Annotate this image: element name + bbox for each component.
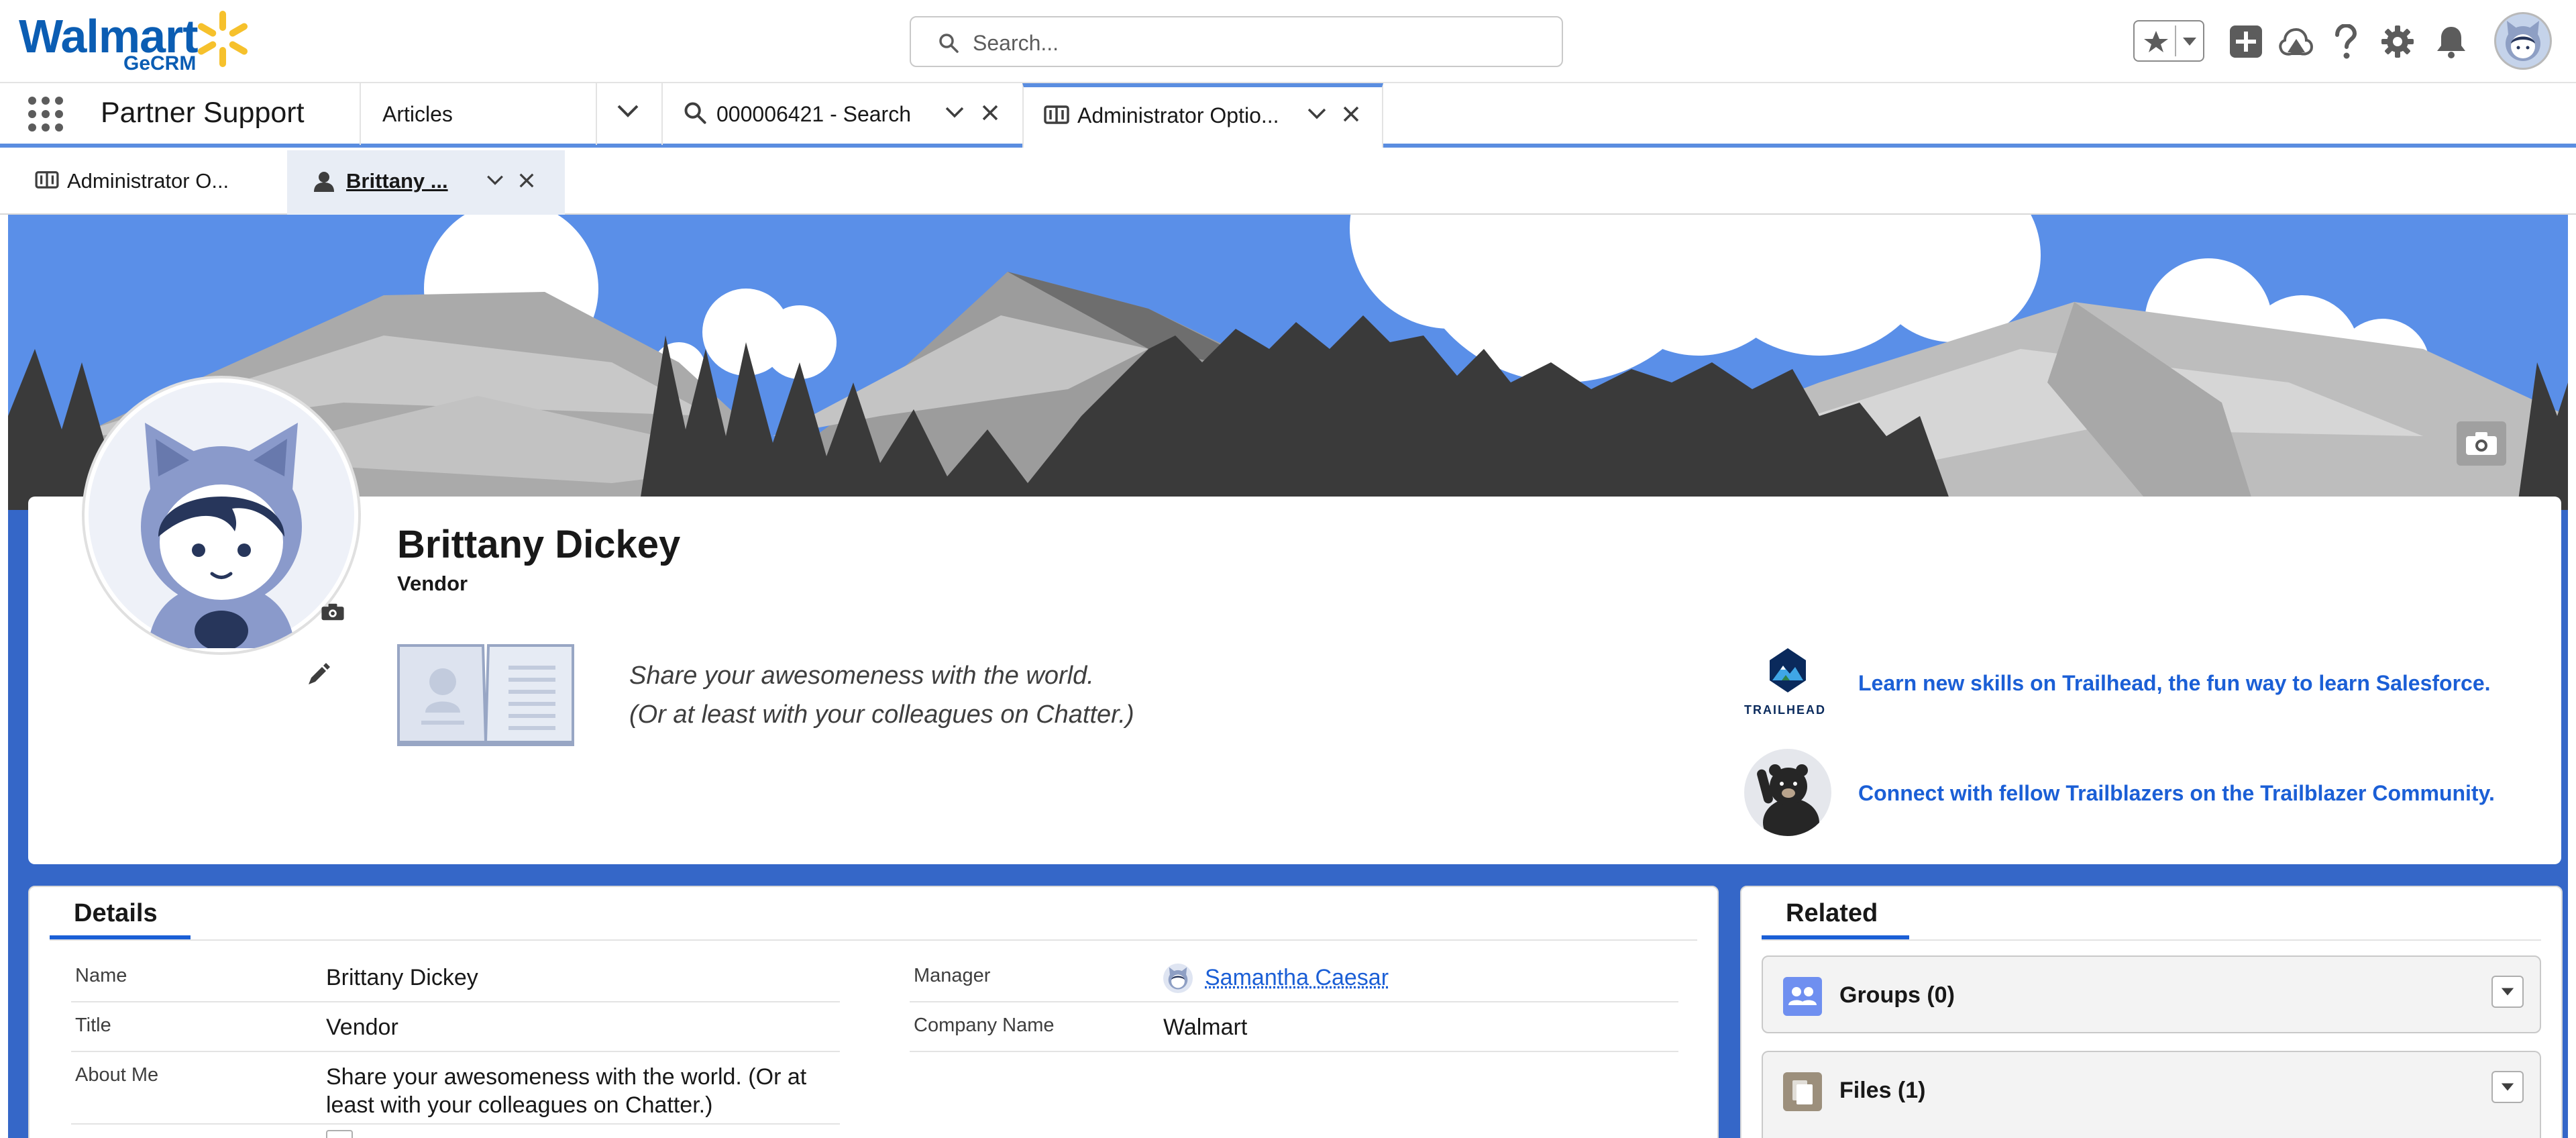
camera-icon bbox=[2466, 432, 2497, 455]
open-book-illustration bbox=[397, 644, 574, 746]
user-icon bbox=[314, 172, 334, 192]
bear-icon bbox=[1757, 764, 1819, 836]
global-search-input[interactable]: Search... bbox=[910, 16, 1563, 67]
field-label-title: Title bbox=[75, 1015, 111, 1036]
astro-avatar-icon bbox=[89, 382, 354, 648]
subtab-label: Administrator O... bbox=[67, 169, 229, 193]
app-name: Partner Support bbox=[101, 97, 305, 129]
nav-item-articles[interactable]: Articles bbox=[361, 83, 596, 145]
trailhead-logo-icon bbox=[1770, 648, 1806, 692]
related-list-menu-button[interactable] bbox=[2491, 1071, 2524, 1103]
star-icon bbox=[2144, 31, 2168, 52]
logo-subtext: GeCRM bbox=[123, 52, 197, 74]
favorites-button[interactable] bbox=[2133, 20, 2204, 62]
related-tab[interactable]: Related bbox=[1786, 899, 1878, 928]
details-card bbox=[28, 886, 1719, 1138]
trailblazer-bear-avatar bbox=[1744, 749, 1831, 836]
tab-administrator-options[interactable]: Administrator Optio... bbox=[1022, 83, 1383, 148]
tab-label: Administrator Optio... bbox=[1077, 103, 1279, 127]
groups-icon bbox=[1783, 977, 1822, 1016]
close-icon[interactable] bbox=[1342, 105, 1360, 123]
field-value-about-me-line1: Share your awesomeness with the world. (… bbox=[326, 1064, 807, 1090]
about-placeholder-line1: Share your awesomeness with the world. bbox=[629, 662, 1094, 690]
caret-down-icon bbox=[2183, 38, 2196, 46]
close-icon[interactable] bbox=[518, 172, 535, 189]
related-list-menu-button[interactable] bbox=[2491, 976, 2524, 1008]
field-value-about-me-line2: least with your colleagues on Chatter.) bbox=[326, 1092, 713, 1118]
about-placeholder-line2: (Or at least with your colleagues on Cha… bbox=[629, 701, 1134, 729]
nav-item-articles-label: Articles bbox=[382, 102, 453, 126]
details-tab[interactable]: Details bbox=[74, 899, 158, 928]
chevron-down-icon[interactable] bbox=[1307, 107, 1327, 121]
knowledge-icon bbox=[1044, 105, 1069, 124]
user-avatar-button[interactable] bbox=[2494, 12, 2552, 70]
field-label-name: Name bbox=[75, 965, 127, 986]
profile-photo[interactable] bbox=[82, 376, 361, 655]
subtab-administrator[interactable]: Administrator O... bbox=[8, 150, 286, 213]
related-list-label[interactable]: Groups (0) bbox=[1839, 982, 1955, 1008]
field-value-name: Brittany Dickey bbox=[326, 965, 478, 990]
tab-label: 000006421 - Search bbox=[716, 102, 911, 126]
profile-title: Vendor bbox=[397, 572, 468, 595]
caret-down-icon bbox=[2501, 1083, 2514, 1091]
checkbox[interactable] bbox=[326, 1130, 353, 1138]
chevron-down-icon[interactable] bbox=[486, 174, 504, 187]
spark-icon bbox=[197, 11, 248, 67]
edit-pencil-icon[interactable] bbox=[306, 663, 330, 687]
camera-icon[interactable] bbox=[321, 603, 345, 621]
profile-banner bbox=[8, 215, 2568, 510]
profile-name: Brittany Dickey bbox=[397, 523, 681, 566]
chevron-down-icon[interactable] bbox=[945, 106, 965, 119]
field-value-title: Vendor bbox=[326, 1015, 398, 1040]
help-icon[interactable] bbox=[2332, 24, 2359, 60]
gear-icon[interactable] bbox=[2380, 24, 2415, 59]
app-launcher-icon[interactable] bbox=[27, 95, 64, 133]
subtab-label: Brittany ... bbox=[346, 169, 448, 193]
banner-photo-button[interactable] bbox=[2457, 421, 2506, 466]
manager-link[interactable]: Samantha Caesar bbox=[1205, 965, 1389, 991]
search-placeholder: Search... bbox=[973, 31, 1059, 55]
field-label-manager: Manager bbox=[914, 965, 991, 986]
subtab-brittany[interactable]: Brittany ... bbox=[287, 150, 565, 215]
field-label-company-name: Company Name bbox=[914, 1015, 1055, 1036]
trailhead-icon[interactable] bbox=[2278, 27, 2314, 58]
global-header: Walmart GeCRM Search... bbox=[0, 0, 2576, 83]
knowledge-icon bbox=[35, 171, 59, 189]
related-list-label[interactable]: Files (1) bbox=[1839, 1078, 1925, 1104]
trailblazer-community-link[interactable]: Connect with fellow Trailblazers on the … bbox=[1858, 781, 2495, 806]
tab-search-000006421[interactable]: 000006421 - Search bbox=[663, 83, 1022, 145]
chevron-down-icon[interactable] bbox=[616, 103, 640, 119]
trailhead-link[interactable]: Learn new skills on Trailhead, the fun w… bbox=[1858, 671, 2491, 696]
caret-down-icon bbox=[2501, 988, 2514, 996]
walmart-logo[interactable]: Walmart GeCRM bbox=[0, 0, 268, 81]
astro-avatar-icon bbox=[2506, 21, 2540, 61]
search-icon bbox=[684, 102, 706, 124]
global-actions-icon[interactable] bbox=[2229, 24, 2263, 59]
notifications-bell-icon[interactable] bbox=[2435, 24, 2467, 59]
search-icon bbox=[939, 34, 959, 53]
field-label-about-me: About Me bbox=[75, 1064, 159, 1086]
related-list-groups[interactable]: Groups (0) bbox=[1762, 955, 2541, 1033]
trailhead-label: TRAILHEAD bbox=[1744, 703, 1826, 717]
related-list-files[interactable]: Files (1) bbox=[1762, 1051, 2541, 1138]
close-icon[interactable] bbox=[981, 103, 1000, 122]
files-icon bbox=[1783, 1072, 1822, 1111]
manager-avatar-icon bbox=[1163, 964, 1193, 993]
field-value-company-name: Walmart bbox=[1163, 1015, 1248, 1040]
